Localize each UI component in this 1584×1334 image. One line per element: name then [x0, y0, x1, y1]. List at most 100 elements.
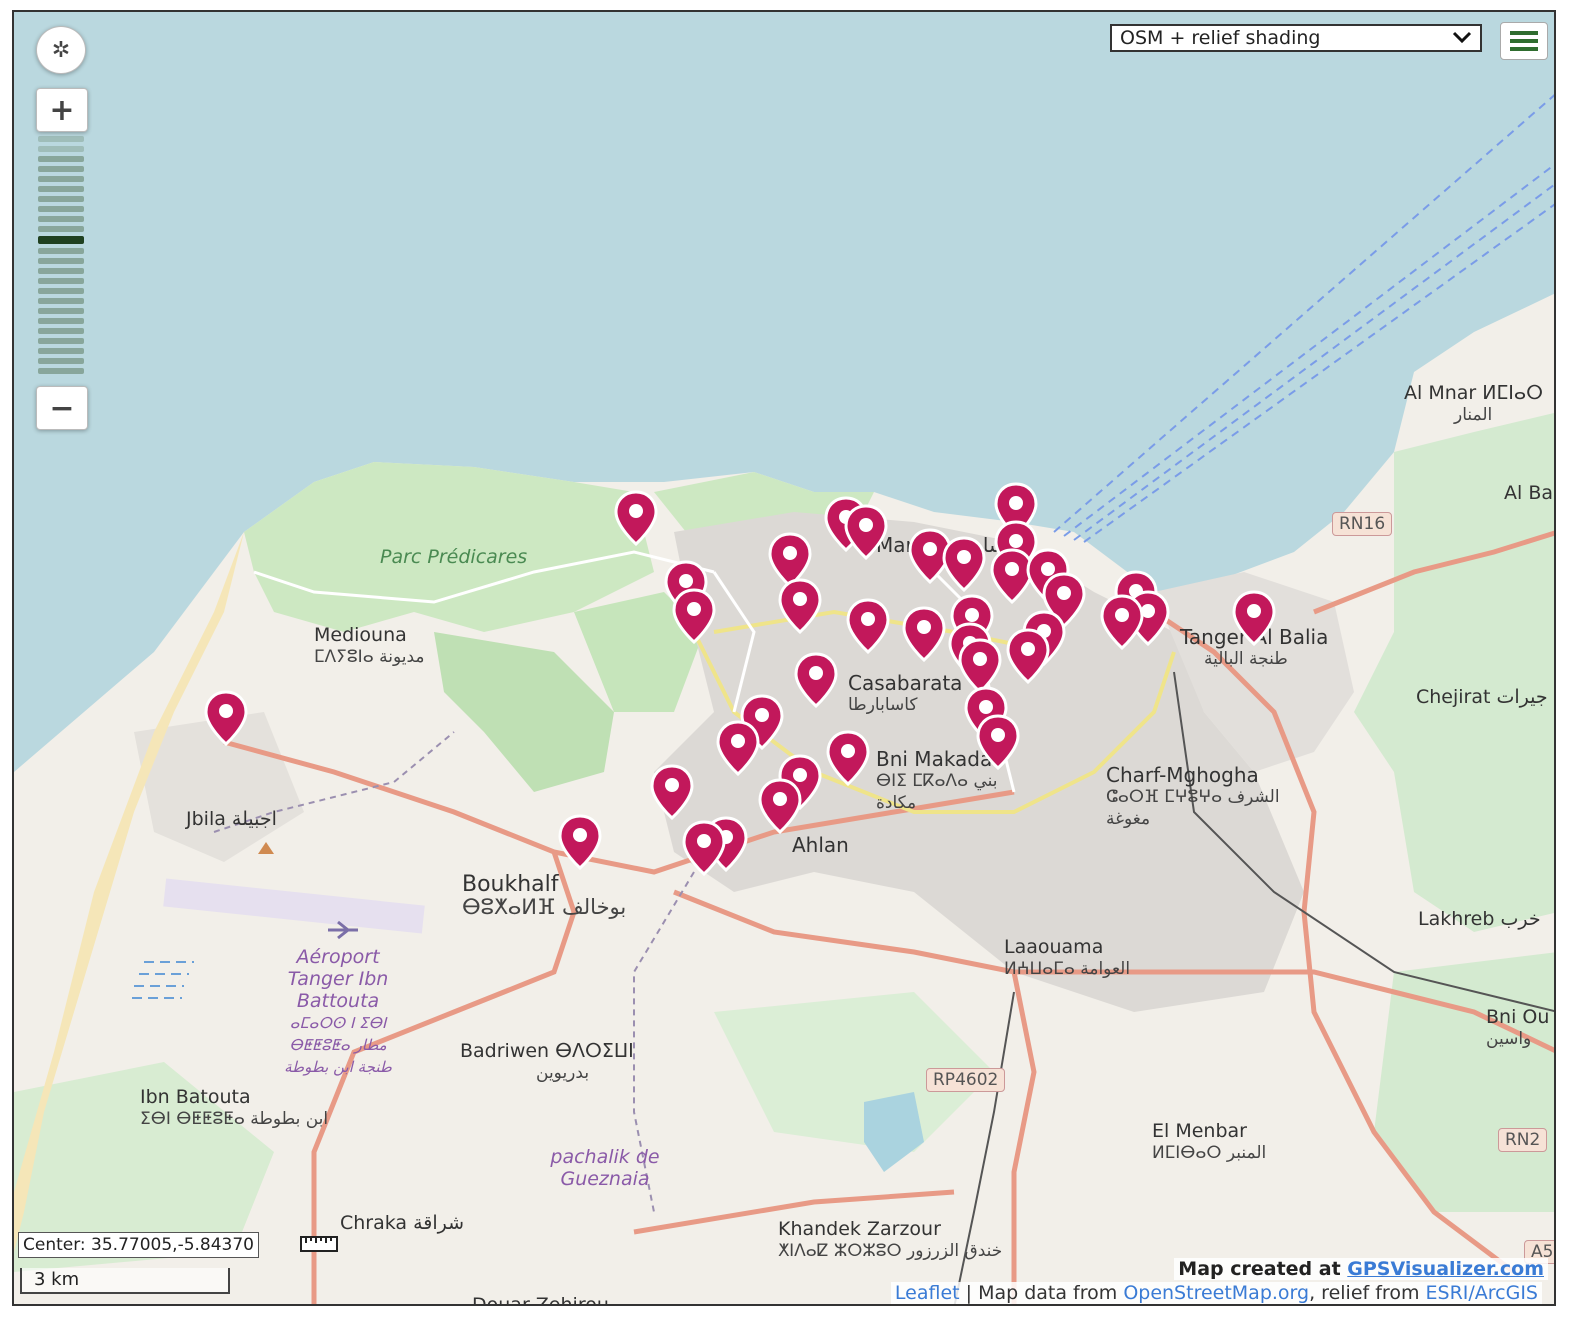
zoom-slider-tick	[38, 166, 84, 172]
map-attribution: Leaflet | Map data from OpenStreetMap.or…	[890, 1282, 1542, 1304]
zoom-slider[interactable]	[38, 136, 84, 376]
label-parc: Parc Prédicares	[380, 546, 528, 568]
label-bni-ou: Bni Ou واسين	[1486, 1006, 1549, 1050]
label-khandek: Khandek Zarzour ⵅⵏⴷⴰⵇ ⵣⵔⵣⵓⵔ خندق الزرزور	[778, 1218, 1002, 1262]
label-laaouama-sub: ⵍⵄⵡⴰⵎⴰ العوامة	[1004, 959, 1131, 979]
map-marker-icon[interactable]	[558, 814, 602, 870]
label-el-menbar: El Menbar ⵍⵎⵏⴱⴰⵔ المنبر	[1152, 1120, 1266, 1164]
zoom-slider-tick	[38, 368, 84, 374]
scale-bar: 3 km	[20, 1268, 230, 1294]
label-bni-ou-main: Bni Ou	[1486, 1006, 1550, 1028]
map-marker-icon[interactable]	[204, 690, 248, 746]
zoom-slider-tick	[38, 338, 84, 344]
label-jbila: Jbila اجبيلة	[186, 808, 277, 830]
label-charf-sub: ⵛⴰⵔⴼ ⵎⵖⵓⵖⴰ الشرف مغوغة	[1106, 787, 1280, 829]
label-khandek-main: Khandek Zarzour	[778, 1218, 941, 1240]
label-laaouama-main: Laaouama	[1004, 936, 1104, 958]
map-marker-icon[interactable]	[650, 764, 694, 820]
label-aeroport-sub: ⴰⵎⴰⵔⵙ ⵏ ⵉⴱⵏ ⴱⵟⵟⵓⵟⴰ مطار طنجة ابن بطوطة	[284, 1014, 392, 1076]
zoom-slider-tick	[38, 146, 84, 152]
label-mediouna-main: Mediouna	[314, 624, 407, 646]
map-marker-icon[interactable]	[1100, 594, 1144, 650]
zoom-slider-tick	[38, 226, 84, 232]
map-canvas[interactable]: Parc Prédicares Mediouna ⵎⴷⵢⵓⵏⴰ مديونة J…	[12, 10, 1556, 1306]
road-shield-rn2: RN2	[1498, 1128, 1548, 1152]
chevron-down-icon	[1452, 27, 1472, 49]
zoom-slider-tick	[38, 196, 84, 202]
map-marker-icon[interactable]	[614, 490, 658, 546]
map-layer-select[interactable]: OSM + relief shading	[1110, 24, 1482, 52]
map-marker-icon[interactable]	[778, 578, 822, 634]
gpsvisualizer-link[interactable]: GPSVisualizer.com	[1347, 1258, 1544, 1280]
zoom-slider-tick	[38, 278, 84, 284]
esri-link[interactable]: ESRI/ArcGIS	[1426, 1282, 1539, 1304]
zoom-out-button[interactable]: −	[36, 386, 88, 430]
zoom-slider-tick	[38, 318, 84, 324]
zoom-slider-tick	[38, 258, 84, 264]
menu-icon-bar	[1510, 31, 1538, 35]
label-boukhalf-sub: ⴱⵓⵅⴰⵍⴼ بوخالف	[462, 895, 627, 919]
zoom-slider-tick	[38, 298, 84, 304]
label-al-mnar-sub: المنار	[1454, 405, 1493, 425]
label-ibn-batouta: Ibn Batouta ⵉⴱⵏ ⴱⵟⵟⵓⵟⴰ ابن بطوطة	[140, 1086, 328, 1130]
map-marker-icon[interactable]	[844, 504, 888, 560]
zoom-slider-tick	[38, 206, 84, 212]
zoom-slider-tick	[38, 156, 84, 162]
label-khandek-sub: ⵅⵏⴷⴰⵇ ⵣⵔⵣⵓⵔ خندق الزرزور	[778, 1241, 1003, 1261]
label-boukhalf-main: Boukhalf	[462, 872, 559, 897]
zoom-slider-tick	[38, 348, 84, 354]
map-marker-icon[interactable]	[942, 536, 986, 592]
label-bni-makada-sub: ⴱⵏⵉ ⵎⴽⴰⴷⴰ بني مكادة	[876, 771, 998, 813]
label-charf: Charf-Mghogha ⵛⴰⵔⴼ ⵎⵖⵓⵖⴰ الشرف مغوغة	[1106, 764, 1286, 830]
map-marker-icon[interactable]	[672, 588, 716, 644]
zoom-slider-tick	[38, 308, 84, 314]
label-ibn-batouta-main: Ibn Batouta	[140, 1086, 251, 1108]
label-mediouna-sub: ⵎⴷⵢⵓⵏⴰ مديونة	[314, 647, 425, 667]
map-marker-icon[interactable]	[1006, 628, 1050, 684]
zoom-slider-tick	[38, 268, 84, 274]
zoom-slider-tick	[38, 288, 84, 294]
label-mediouna: Mediouna ⵎⴷⵢⵓⵏⴰ مديونة	[314, 624, 424, 668]
label-bni-makada-main: Bni Makada	[876, 747, 993, 771]
zoom-in-button[interactable]: +	[36, 88, 88, 132]
ruler-icon[interactable]	[300, 1234, 338, 1254]
label-al-mnar-main: Al Mnar ⵍⵎⵏⴰⵔ	[1404, 382, 1544, 404]
map-marker-icon[interactable]	[976, 714, 1020, 770]
attrib-data-prefix: | Map data from	[959, 1282, 1124, 1304]
zoom-slider-tick	[38, 358, 84, 364]
zoom-slider-tick	[38, 216, 84, 222]
zoom-slider-tick	[38, 248, 84, 254]
label-chejirat: Chejirat جيرات	[1416, 686, 1548, 708]
label-casabarata-main: Casabarata	[848, 671, 963, 695]
map-marker-icon[interactable]	[682, 820, 726, 876]
map-marker-icon[interactable]	[716, 720, 760, 776]
label-ibn-batouta-sub: ⵉⴱⵏ ⴱⵟⵟⵓⵟⴰ ابن بطوطة	[140, 1109, 329, 1129]
menu-icon-bar	[1510, 47, 1538, 51]
attrib-relief-prefix: , relief from	[1309, 1282, 1426, 1304]
map-marker-icon[interactable]	[902, 606, 946, 662]
map-marker-icon[interactable]	[758, 778, 802, 834]
zoom-slider-tick	[38, 176, 84, 182]
leaflet-link[interactable]: Leaflet	[895, 1282, 960, 1304]
label-laaouama: Laaouama ⵍⵄⵡⴰⵎⴰ العوامة	[1004, 936, 1130, 980]
zoom-slider-thumb[interactable]	[38, 236, 84, 244]
label-casabarata: Casabarata كاسابارطا	[848, 672, 962, 716]
road-shield-rn16: RN16	[1332, 512, 1393, 536]
label-pachalik: pachalik de Gueznaia	[550, 1146, 660, 1190]
map-marker-icon[interactable]	[846, 598, 890, 654]
label-badriwen-main: Badriwen ⴱⴷⵔⵉⵡⵏ	[460, 1040, 634, 1062]
map-layer-value: OSM + relief shading	[1120, 27, 1321, 49]
map-marker-icon[interactable]	[1232, 590, 1276, 646]
map-marker-icon[interactable]	[794, 652, 838, 708]
recenter-button[interactable]: ✲	[36, 26, 86, 74]
center-coordinates: Center: 35.77005,-5.84370	[18, 1232, 260, 1258]
label-bni-ou-sub: واسين	[1486, 1029, 1532, 1049]
label-el-menbar-sub: ⵍⵎⵏⴱⴰⵔ المنبر	[1152, 1143, 1267, 1163]
osm-link[interactable]: OpenStreetMap.org	[1123, 1282, 1309, 1304]
road-shield-rp4602: RP4602	[926, 1068, 1006, 1092]
menu-icon-bar	[1510, 39, 1538, 43]
map-marker-icon[interactable]	[826, 730, 870, 786]
label-badriwen-sub: بدريوين	[536, 1063, 590, 1083]
menu-button[interactable]	[1500, 22, 1548, 60]
label-charf-main: Charf-Mghogha	[1106, 763, 1259, 787]
